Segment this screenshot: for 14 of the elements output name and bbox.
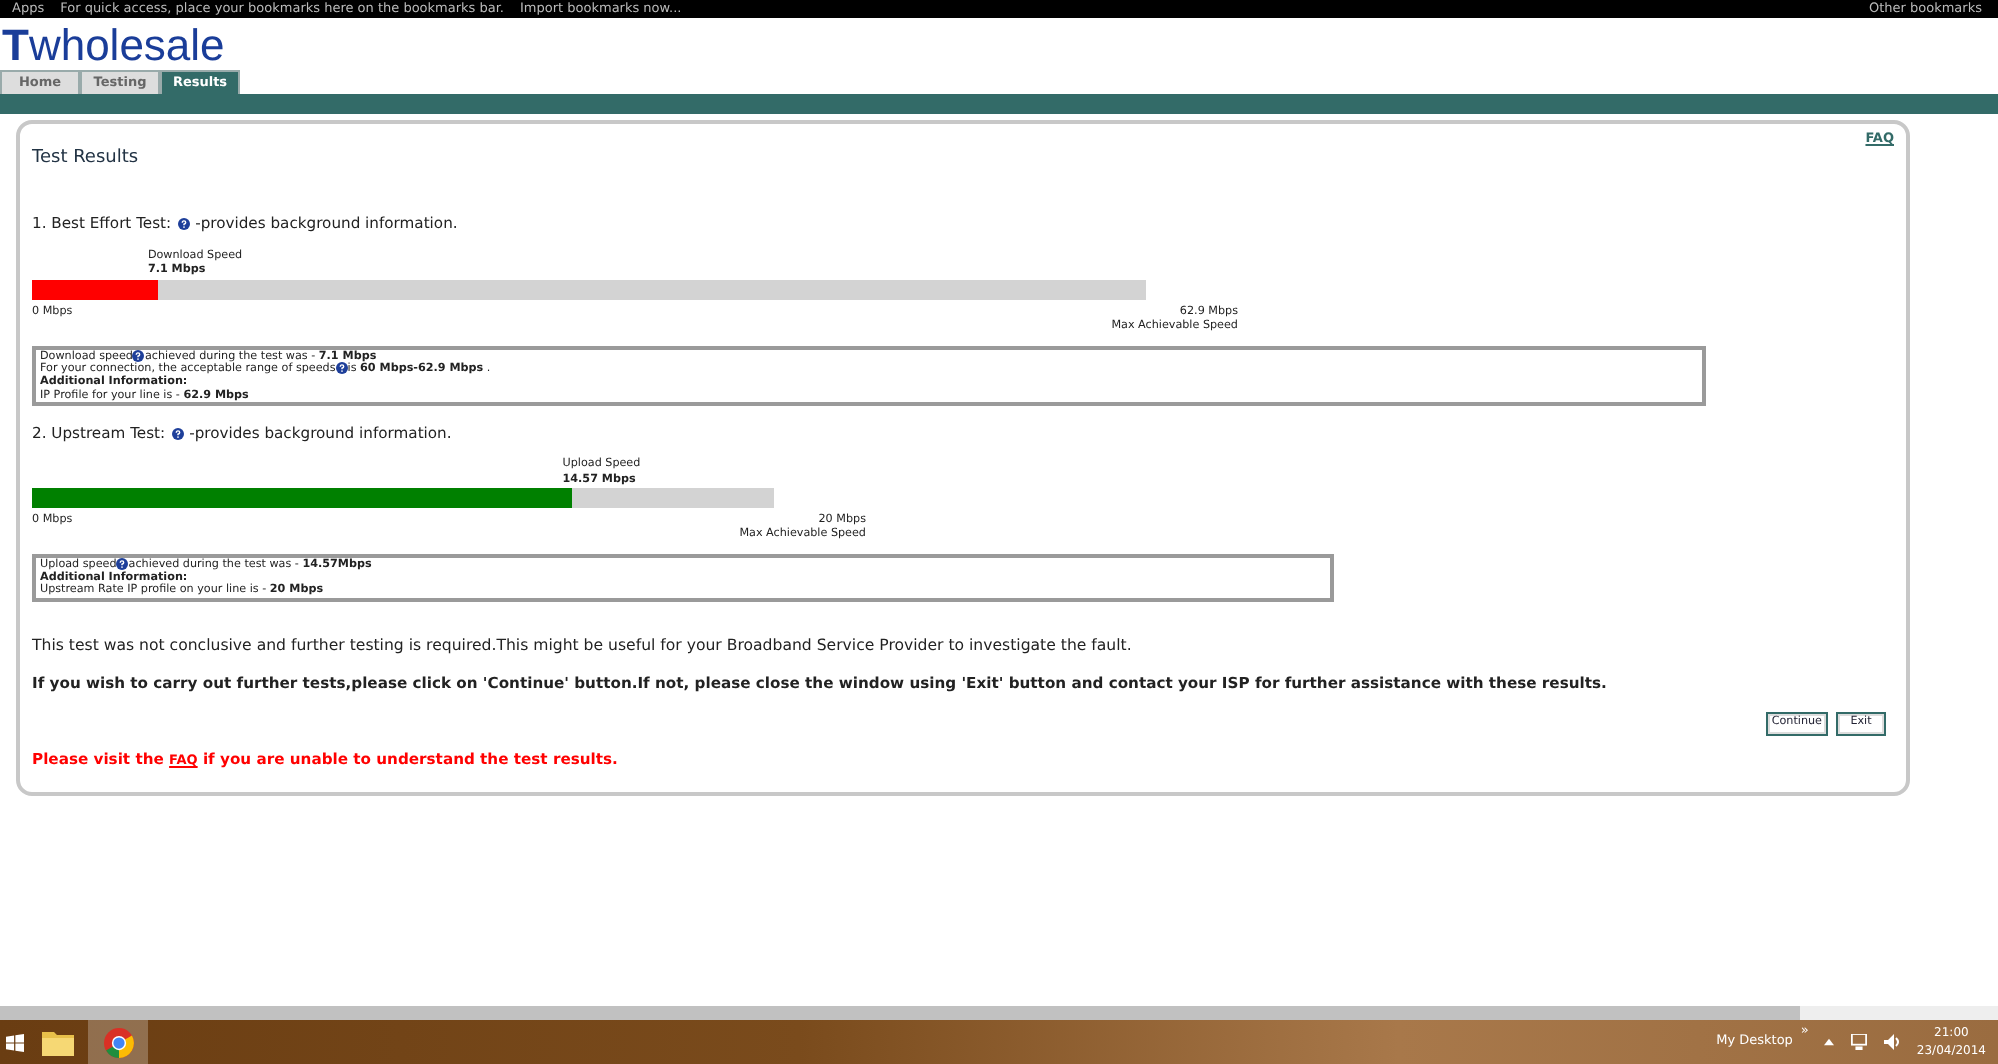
logo[interactable]: Twholesale [0,18,1998,70]
speaker-icon[interactable] [1884,1034,1901,1050]
caret-icon[interactable] [1824,1038,1835,1046]
panel-title: Test Results [32,145,141,172]
folder-icon[interactable] [42,1028,74,1056]
start-icon[interactable] [5,1033,23,1051]
help-icon[interactable] [177,217,190,230]
help-icon[interactable] [132,349,145,362]
horizontal-scrollbar[interactable] [0,1006,1998,1020]
help-icon[interactable] [335,362,348,375]
network-icon[interactable] [1850,1034,1869,1050]
help-icon[interactable] [116,558,129,571]
browser-icon[interactable] [103,1027,133,1057]
help-icon[interactable] [171,427,184,440]
